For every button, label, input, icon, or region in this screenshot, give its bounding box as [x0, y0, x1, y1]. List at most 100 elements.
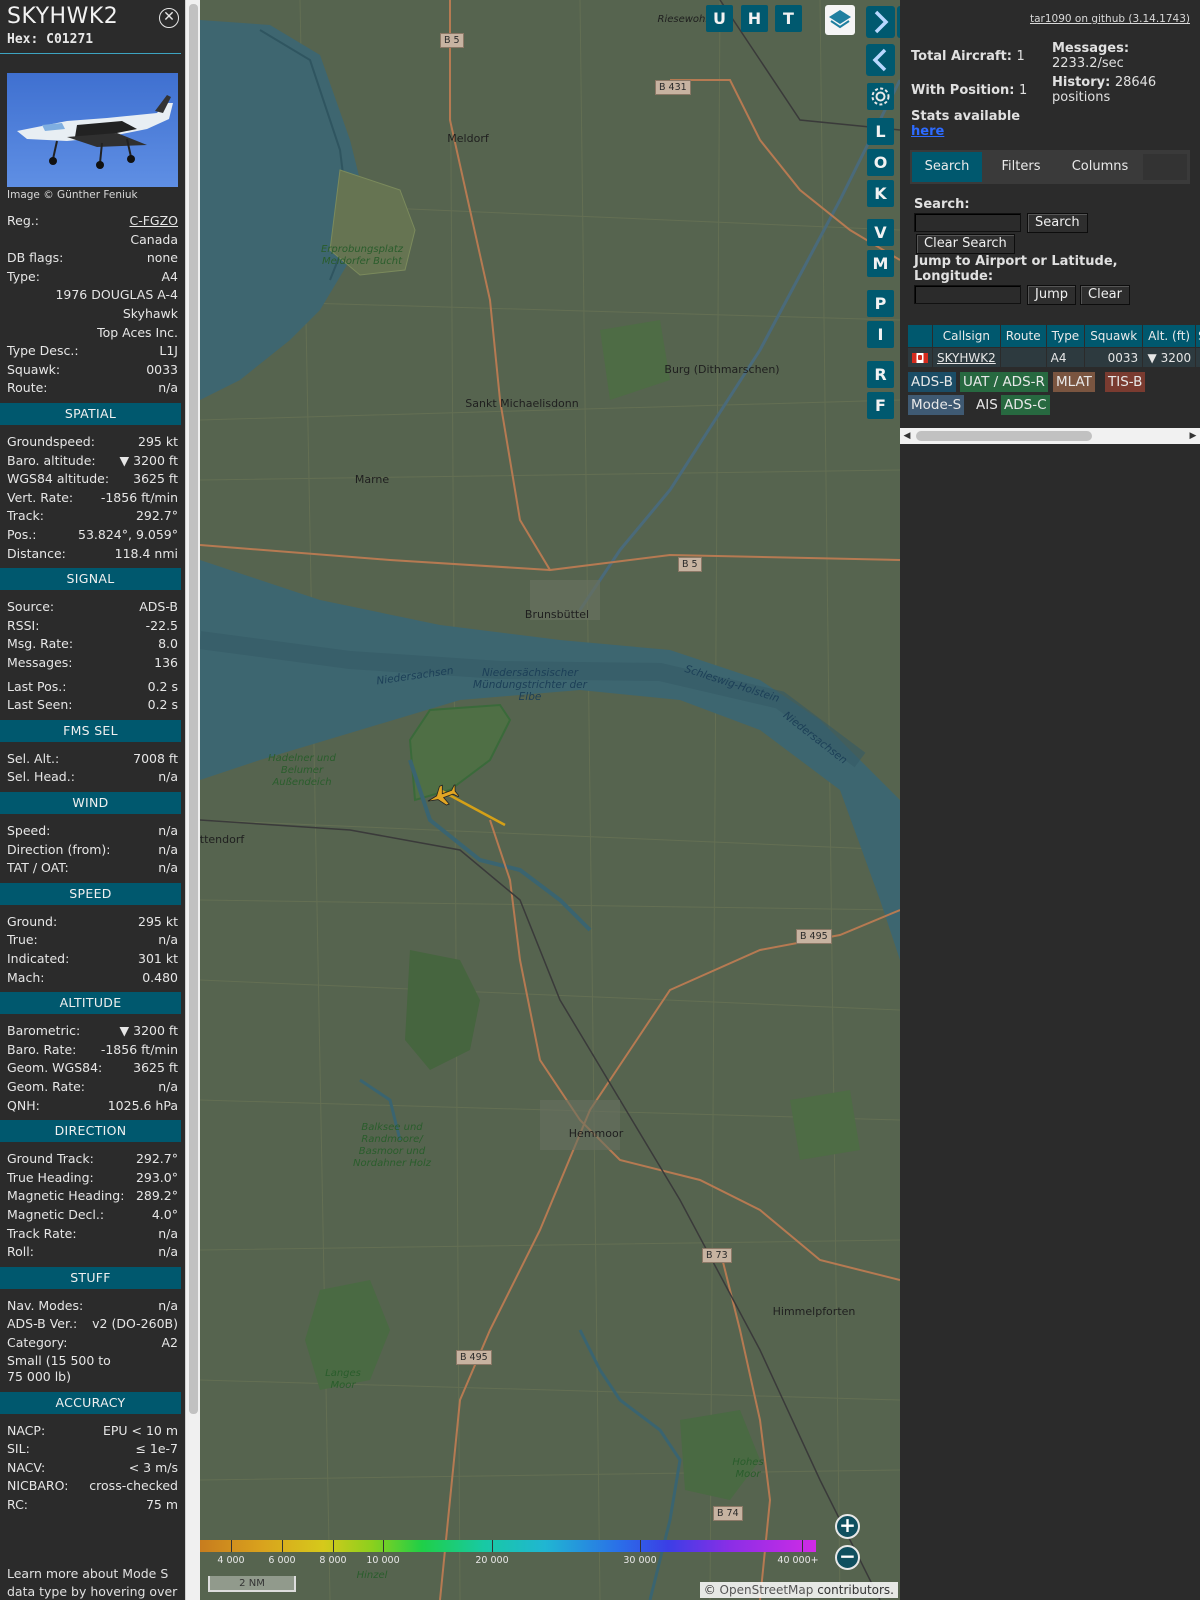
map-button-t[interactable]: T [775, 5, 802, 32]
jump-input[interactable] [914, 285, 1021, 304]
map-button-l[interactable]: L [867, 118, 894, 145]
source-tag[interactable]: MLAT [1053, 372, 1095, 392]
source-tag[interactable]: Mode-S [908, 395, 965, 415]
table-header-row: Callsign Route Type Squawk Alt. (ft) Sp [908, 325, 1200, 347]
map-button-i[interactable]: I [867, 321, 894, 348]
legend-tick [640, 1540, 641, 1552]
map-button-u[interactable]: U [706, 5, 733, 32]
map-button-p[interactable]: P [867, 290, 894, 317]
hscroll-thumb[interactable] [916, 431, 1092, 441]
row-type: A4 [1046, 348, 1085, 367]
table-row[interactable]: SKYHWK2 A4 0033 ▼ 3200 [908, 348, 1200, 367]
search-input[interactable] [914, 213, 1021, 232]
detail-value: Skyhawk [122, 306, 178, 321]
map[interactable]: Meldorf Sankt Michaelisdonn Burg (Dithma… [200, 0, 900, 1600]
detail-key: Msg. Rate: [7, 636, 74, 652]
aircraft-photo[interactable] [7, 73, 178, 187]
source-tag[interactable]: UAT / ADS-R [960, 372, 1048, 392]
source-tag[interactable]: TIS-B [1105, 372, 1146, 392]
source-tag[interactable]: ADS-C [1001, 395, 1050, 415]
column-header-route[interactable]: Route [1000, 325, 1046, 347]
map-button-r[interactable]: R [867, 361, 894, 388]
stats-here-link[interactable]: here [911, 124, 944, 139]
map-button-f[interactable]: F [867, 392, 894, 419]
total-aircraft-value: 1 [1016, 49, 1025, 64]
detail-value: 0.480 [142, 969, 178, 985]
map-base [200, 0, 900, 1600]
detail-value: ▼ 3200 ft [119, 1023, 178, 1039]
column-header-altitude[interactable]: Alt. (ft) [1143, 325, 1196, 347]
table-horizontal-scrollbar[interactable]: ◀ ▶ [900, 428, 1200, 444]
layers-icon[interactable] [825, 5, 855, 35]
nature-label: Hohes Moor [732, 1457, 764, 1480]
nature-label: Hadelner und Belumer Außendeich [268, 753, 336, 788]
place-label: Burg (Dithmarschen) [664, 363, 780, 376]
tab-filters[interactable]: Filters [986, 152, 1056, 182]
with-position-stat: With Position: 1 [911, 83, 1027, 98]
aircraft-list-panel: tar1090 on github (3.14.1743) Total Airc… [900, 0, 1200, 1600]
scroll-left-icon[interactable]: ◀ [902, 430, 912, 442]
expand-right-icon[interactable] [866, 6, 895, 38]
detail-value: 3625 ft [133, 1060, 178, 1076]
detail-key: Sel. Alt.: [7, 750, 60, 766]
close-icon[interactable]: ✕ [159, 8, 179, 28]
settings-gear-icon[interactable] [867, 83, 894, 110]
altitude-gradient-bar [200, 1540, 816, 1552]
source-tag[interactable]: AIS [973, 395, 1001, 415]
legend-label: 8 000 [319, 1555, 347, 1566]
clear-jump-button[interactable]: Clear [1080, 285, 1130, 305]
source-tag[interactable]: ADS-B [908, 372, 956, 392]
collapse-left-icon[interactable] [866, 44, 895, 76]
column-header-flag[interactable] [908, 325, 932, 347]
row-callsign[interactable]: SKYHWK2 [933, 348, 1000, 367]
stats-here-text[interactable]: here [911, 124, 944, 139]
map-button-v[interactable]: V [867, 219, 894, 246]
road-label: B 431 [655, 80, 691, 95]
total-aircraft-label: Total Aircraft: [911, 49, 1012, 64]
map-button-h[interactable]: H [741, 5, 768, 32]
map-button-m[interactable]: M [867, 250, 894, 277]
map-button-o[interactable]: O [867, 149, 894, 176]
jump-button[interactable]: Jump [1027, 285, 1076, 305]
info-panel-scrollbar[interactable] [185, 0, 200, 1600]
detail-row: RC: 75 m [7, 1496, 178, 1514]
tab-columns[interactable]: Columns [1060, 152, 1140, 182]
registration-link[interactable]: C-FGZO [129, 212, 178, 230]
section-header-fms: FMS SEL [0, 719, 181, 742]
scale-line: 2 NM [208, 1576, 296, 1592]
detail-key: Squawk: [7, 361, 61, 377]
legend-label: 4 000 [217, 1555, 245, 1566]
zoom-out-button[interactable]: − [835, 1545, 860, 1570]
road-label: B 495 [456, 1350, 492, 1365]
detail-value: n/a [158, 823, 178, 838]
detail-value: 0.2 s [147, 678, 178, 694]
column-header-speed[interactable]: Sp [1196, 325, 1200, 347]
github-link[interactable]: tar1090 on github (3.14.1743) [1030, 13, 1190, 25]
scrollbar-thumb[interactable] [189, 4, 198, 1414]
detail-value: 293.0° [135, 1169, 178, 1185]
detail-row: True Heading: 293.0° [7, 1169, 178, 1187]
clear-search-button[interactable]: Clear Search [916, 234, 1015, 254]
tab-search[interactable]: Search [912, 152, 982, 182]
messages-label: Messages: [1052, 41, 1130, 56]
jump-label: Jump to Airport or Latitude, Longitude: [914, 254, 1118, 284]
detail-value: Canada [130, 231, 178, 247]
detail-row: Route: n/a [7, 379, 178, 397]
column-header-squawk[interactable]: Squawk [1085, 325, 1143, 347]
scroll-right-icon[interactable]: ▶ [1188, 430, 1198, 442]
detail-value: v2 (DO-260B) [92, 1316, 178, 1332]
detail-row: NACV: < 3 m/s [7, 1459, 178, 1477]
tab-strip-filler [1143, 154, 1187, 180]
column-header-callsign[interactable]: Callsign [933, 325, 1000, 347]
osm-link[interactable]: OpenStreetMap [720, 1583, 814, 1597]
search-button[interactable]: Search [1027, 213, 1088, 233]
detail-key: Reg.: [7, 213, 39, 228]
zoom-in-button[interactable]: + [835, 1514, 860, 1539]
messages-value: 2233.2/sec [1052, 56, 1124, 71]
detail-row: Small (15 500 to 75 000 lb) [7, 1353, 178, 1387]
map-button-k[interactable]: K [867, 180, 894, 207]
aircraft-marker-icon[interactable] [425, 783, 459, 809]
detail-key: Messages: [7, 655, 73, 670]
legend-tick [383, 1540, 384, 1552]
column-header-type[interactable]: Type [1046, 325, 1085, 347]
